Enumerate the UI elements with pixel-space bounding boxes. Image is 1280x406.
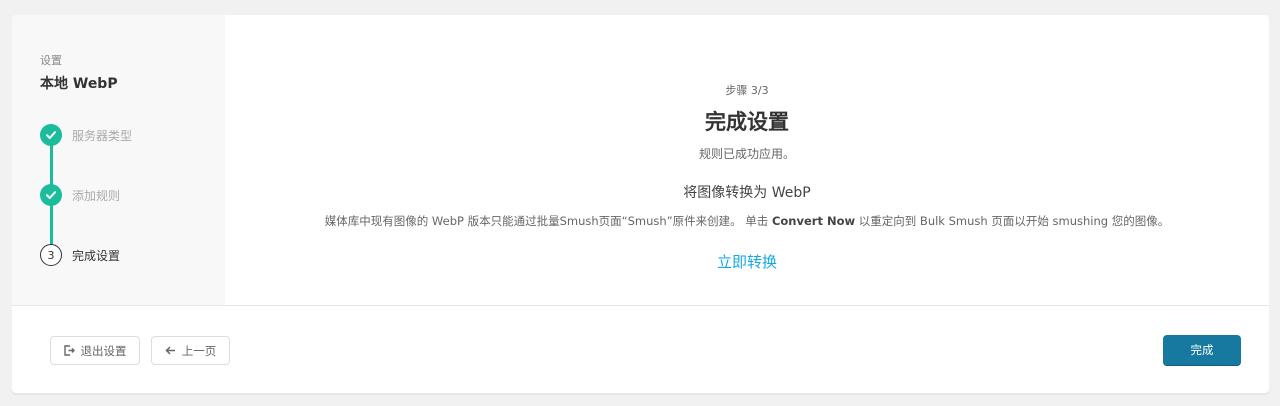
check-icon [40, 124, 62, 146]
step-count: 步骤 3/3 [725, 84, 769, 97]
convert-desc-bold: Convert Now [771, 214, 856, 228]
exit-setup-label: 退出设置 [80, 343, 127, 358]
step-server-type: 服务器类型 [40, 123, 132, 147]
convert-heading: 将图像转换为 WebP [683, 185, 811, 201]
convert-desc-text: 媒体库中现有图像的 WebP 版本只能通过批量Smush页面“Smush”原件来… [324, 214, 772, 228]
page-title: 完成设置 [705, 110, 789, 134]
step-finish-setup: 3 完成设置 [40, 243, 120, 267]
sidebar-section-label: 设置 [40, 54, 62, 67]
footer-divider [12, 305, 1269, 306]
step-label: 服务器类型 [72, 128, 133, 143]
convert-now-link[interactable]: 立即转换 [225, 251, 1269, 272]
wizard-card: 设置 本地 WebP 服务器类型 添加规则 3 完成设置 步骤 3/3 完成设置… [12, 15, 1269, 393]
wizard-main: 步骤 3/3 完成设置 规则已成功应用。 将图像转换为 WebP 媒体库中现有图… [225, 15, 1269, 305]
step-number: 3 [40, 244, 62, 266]
page-subtitle: 规则已成功应用。 [698, 147, 795, 161]
finish-button[interactable]: 完成 [1163, 335, 1241, 365]
convert-desc-text-2: 以重定向到 Bulk Smush 页面以开始 smushing 您的图像。 [855, 214, 1170, 228]
check-icon [40, 184, 62, 206]
arrow-left-icon [165, 346, 175, 355]
step-add-rules: 添加规则 [40, 183, 120, 207]
step-label: 添加规则 [72, 188, 121, 203]
exit-setup-button[interactable]: 退出设置 [50, 336, 140, 365]
step-label: 完成设置 [72, 248, 121, 263]
wizard-sidebar: 设置 本地 WebP 服务器类型 添加规则 3 完成设置 [12, 15, 225, 305]
exit-icon [63, 345, 75, 356]
sidebar-title: 本地 WebP [40, 76, 118, 92]
convert-description: 媒体库中现有图像的 WebP 版本只能通过批量Smush页面“Smush”原件来… [225, 213, 1269, 229]
previous-label: 上一页 [181, 343, 217, 358]
previous-button[interactable]: 上一页 [151, 336, 230, 365]
